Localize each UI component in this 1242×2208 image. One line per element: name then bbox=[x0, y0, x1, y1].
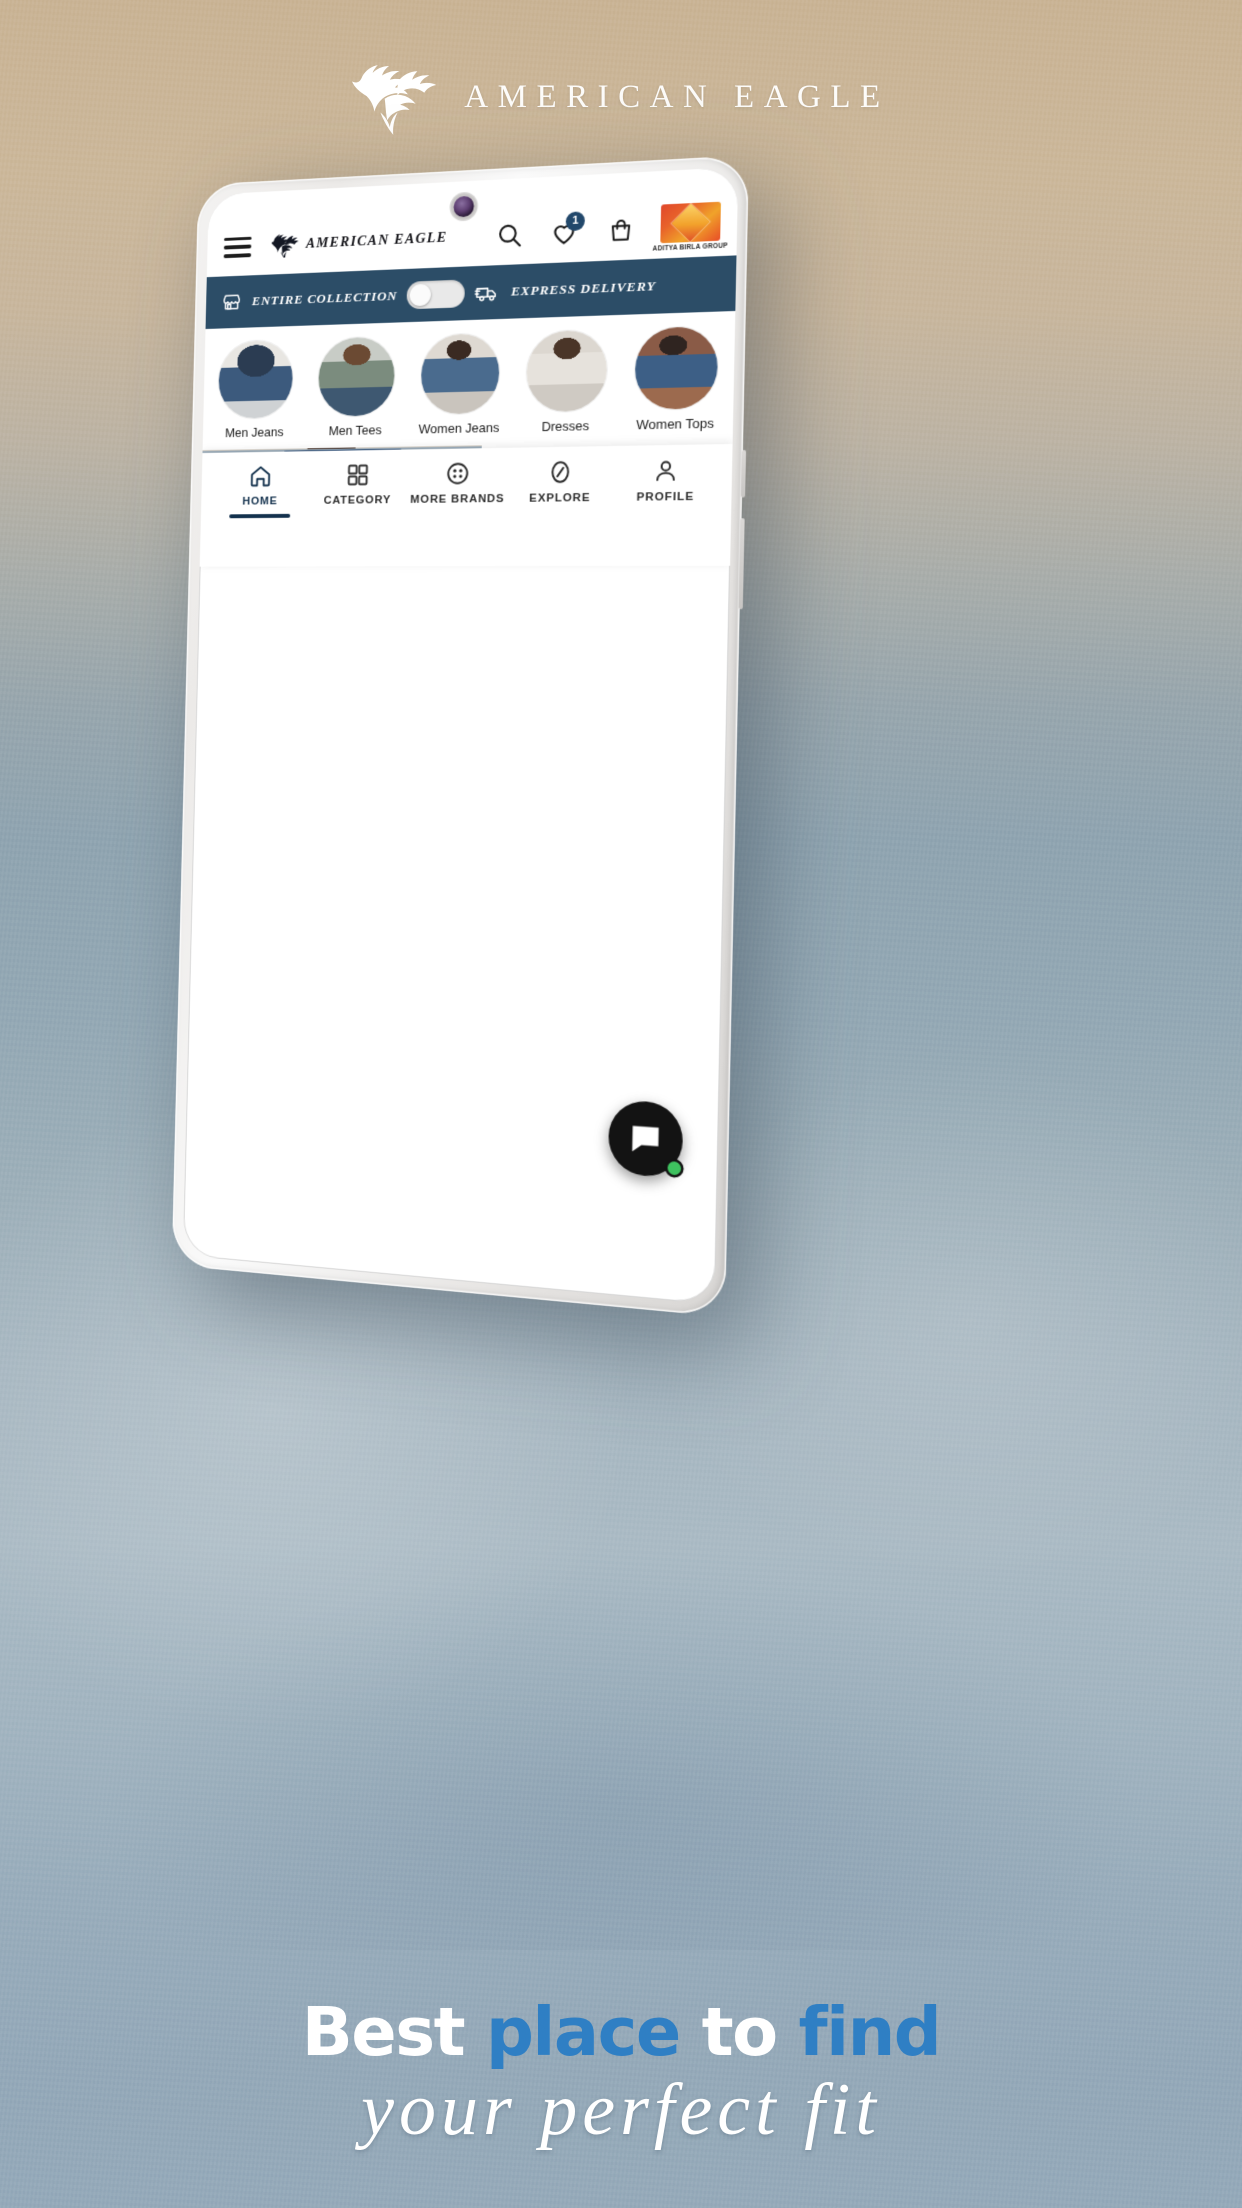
tagline-word-best: Best bbox=[301, 1993, 486, 2072]
category-thumbnail bbox=[525, 329, 608, 413]
category-item-men-jeans[interactable]: Men Jeans bbox=[210, 339, 301, 440]
category-label: Dresses bbox=[541, 418, 590, 435]
category-label: Women Jeans bbox=[418, 419, 500, 437]
category-item-women-jeans[interactable]: Women Jeans bbox=[412, 332, 508, 437]
storefront-icon bbox=[220, 291, 242, 313]
category-label: Men Tees bbox=[328, 422, 382, 439]
marketing-tagline: Best place to find your perfect fit bbox=[0, 1999, 1242, 2150]
shopping-bag-icon[interactable] bbox=[607, 215, 634, 244]
category-label: Women Tops bbox=[636, 415, 715, 433]
bottom-nav-label: PROFILE bbox=[636, 491, 695, 505]
wishlist-badge: 1 bbox=[565, 210, 586, 231]
toggle-knob bbox=[409, 283, 432, 307]
bottom-nav-item-more-brands[interactable]: MORE BRANDS bbox=[407, 460, 509, 507]
compass-icon bbox=[547, 459, 574, 486]
eagle-icon bbox=[271, 233, 299, 259]
bottom-navigation-bar: HOME CATEGORY MORE BRANDS EXPLORE PROFIL… bbox=[199, 444, 733, 567]
phone-mockup: AMERICAN EAGLE 1 ADITYA BIRLA GROUP ENTI… bbox=[171, 155, 749, 1318]
wishlist-icon[interactable]: 1 bbox=[550, 210, 586, 246]
aditya-birla-group-caption: ADITYA BIRLA GROUP bbox=[652, 241, 728, 253]
bottom-nav-label: HOME bbox=[242, 495, 278, 508]
aditya-birla-sun-icon bbox=[660, 201, 721, 243]
category-thumbnail bbox=[420, 332, 500, 415]
delivery-truck-icon bbox=[475, 287, 496, 302]
category-circles-row: Men Jeans Men Tees Women Jeans Dresses W… bbox=[202, 310, 736, 451]
tagline-line-1: Best place to find bbox=[0, 1999, 1242, 2066]
category-item-women-tops[interactable]: Women Tops bbox=[626, 325, 727, 433]
hero-brand-name: AMERICAN EAGLE bbox=[464, 78, 890, 115]
hamburger-menu-icon[interactable] bbox=[223, 236, 252, 258]
online-status-dot bbox=[667, 1161, 682, 1176]
bottom-nav-label: EXPLORE bbox=[529, 492, 591, 506]
chat-support-button[interactable] bbox=[607, 1099, 684, 1179]
home-icon bbox=[248, 464, 273, 490]
express-delivery-label: EXPRESS DELIVERY bbox=[510, 278, 657, 299]
app-brand-logo[interactable]: AMERICAN EAGLE bbox=[271, 225, 448, 259]
search-icon[interactable] bbox=[496, 221, 523, 249]
person-icon bbox=[652, 457, 679, 484]
phone-screen: AMERICAN EAGLE 1 ADITYA BIRLA GROUP ENTI… bbox=[182, 166, 739, 1305]
bottom-nav-label: MORE BRANDS bbox=[410, 493, 505, 507]
category-item-men-tees[interactable]: Men Tees bbox=[310, 336, 403, 439]
grid-icon bbox=[345, 462, 370, 488]
tagline-word-place: place bbox=[485, 1993, 702, 2072]
category-thumbnail bbox=[634, 325, 719, 410]
tagline-line-2: your perfect fit bbox=[361, 2069, 881, 2152]
aditya-birla-group-logo[interactable]: ADITYA BIRLA GROUP bbox=[653, 197, 728, 255]
phone-body: AMERICAN EAGLE 1 ADITYA BIRLA GROUP ENTI… bbox=[171, 155, 749, 1318]
tagline-word-find: find bbox=[798, 1993, 941, 2072]
app-bar-spacer bbox=[457, 236, 486, 237]
bottom-nav-label: CATEGORY bbox=[323, 494, 392, 508]
bottom-nav-item-profile[interactable]: PROFILE bbox=[612, 457, 720, 505]
eagle-icon bbox=[352, 65, 437, 135]
brands-dots-icon bbox=[445, 461, 471, 487]
tagline-word-to: to bbox=[701, 1993, 799, 2072]
bottom-nav-item-explore[interactable]: EXPLORE bbox=[508, 459, 613, 506]
delivery-mode-toggle[interactable] bbox=[406, 279, 466, 310]
category-thumbnail bbox=[217, 339, 294, 420]
chat-bubble-icon bbox=[632, 1125, 659, 1154]
category-label: Men Jeans bbox=[224, 424, 284, 441]
entire-collection-label: ENTIRE COLLECTION bbox=[251, 288, 398, 309]
category-item-dresses[interactable]: Dresses bbox=[517, 329, 615, 435]
bottom-nav-item-category[interactable]: CATEGORY bbox=[308, 462, 408, 508]
hero-brand-banner: AMERICAN EAGLE bbox=[0, 52, 1242, 142]
category-thumbnail bbox=[317, 336, 396, 417]
bottom-nav-item-home[interactable]: HOME bbox=[212, 463, 309, 519]
app-brand-name: AMERICAN EAGLE bbox=[305, 229, 448, 252]
active-tab-indicator bbox=[228, 513, 291, 519]
